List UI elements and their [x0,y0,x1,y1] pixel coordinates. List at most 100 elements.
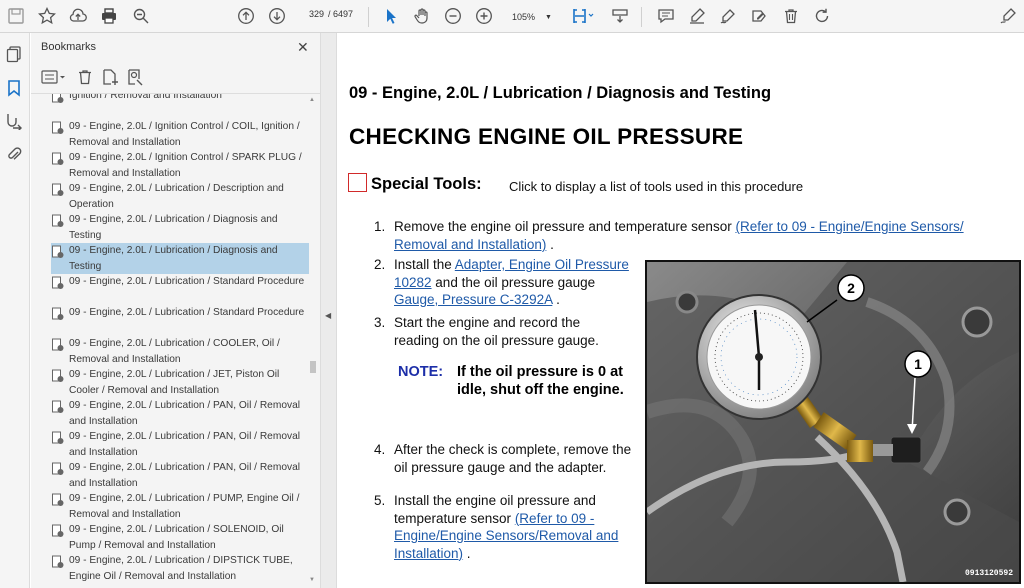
bookmark-page-icon [51,307,65,321]
bookmark-page-icon [51,121,65,135]
close-icon[interactable]: ✕ [297,39,309,56]
bookmark-page-icon [51,524,65,538]
pages-icon[interactable] [5,45,25,65]
main-toolbar: 329 / 6497 105% ▼ [0,0,1024,33]
upload-icon[interactable] [68,6,88,26]
next-page-icon[interactable] [267,6,287,26]
bookmark-star-icon[interactable] [37,6,57,26]
bookmark-page-icon [51,400,65,414]
bookmark-item[interactable]: 09 - Engine, 2.0L / Lubrication / PAN, O… [51,398,309,429]
delete-icon[interactable] [781,6,801,26]
bookmark-item[interactable]: 09 - Engine, 2.0L / Lubrication / PAN, O… [51,460,309,491]
image-id: 0913120592 [964,569,1013,578]
bookmark-label: 09 - Engine, 2.0L / Lubrication / Descri… [69,183,284,210]
special-tools-checkbox[interactable] [348,173,367,192]
print-icon[interactable] [99,6,119,26]
chevron-down-icon: ▼ [545,13,552,21]
bookmark-item[interactable]: 09 - Engine, 2.0L / Ignition Control / S… [51,150,309,181]
comment-icon[interactable] [656,6,676,26]
zoom-select[interactable]: 105% ▼ [506,8,554,26]
scroll-thumb[interactable] [310,361,316,373]
bookmark-list: Ignition / Removal and Installation 09 -… [31,93,320,588]
scroll-down-icon[interactable]: ▼ [309,577,315,583]
bookmark-label: 09 - Engine, 2.0L / Lubrication / JET, P… [69,369,280,396]
bookmark-item[interactable]: 09 - Engine, 2.0L / Lubrication / Diagno… [51,212,309,243]
bookmark-page-icon [51,338,65,352]
document-page: 09 - Engine, 2.0L / Lubrication / Diagno… [338,33,1024,588]
section-heading: 09 - Engine, 2.0L / Lubrication / Diagno… [349,84,772,102]
prev-page-icon[interactable] [236,6,256,26]
callout-2: 2 [847,280,855,296]
signatures-icon[interactable] [5,112,25,132]
select-cursor-icon[interactable] [381,6,401,26]
bookmark-label: 09 - Engine, 2.0L / Lubrication / PAN, O… [69,431,301,458]
save-icon[interactable] [6,6,26,26]
share-icon[interactable] [998,6,1018,26]
scroll-up-icon[interactable]: ▲ [309,97,315,103]
bookmark-item[interactable]: Ignition / Removal and Installation [51,93,309,104]
zoom-out-icon[interactable] [443,6,463,26]
attachments-icon[interactable] [5,145,25,165]
left-rail [0,33,30,588]
bookmark-page-icon [51,183,65,197]
step-number: 3. [374,315,386,330]
zoom-search-icon[interactable] [131,6,151,26]
bookmark-label: 09 - Engine, 2.0L / Lubrication / Diagno… [69,214,278,241]
panel-title: Bookmarks [41,41,97,53]
bookmark-item[interactable]: 09 - Engine, 2.0L / Lubrication / PAN, O… [51,429,309,460]
bookmark-page-icon [51,431,65,445]
note-text: If the oil pressure is 0 at idle, shut o… [457,364,624,398]
panel-collapse-strip[interactable]: ◀ [320,33,337,588]
bookmark-label: Ignition / Removal and Installation [69,93,222,101]
bookmark-scrollbar[interactable]: ▲ ▼ [308,93,318,588]
step-text: After the check is complete, remove the … [394,442,632,475]
bookmark-page-icon [51,94,65,104]
bookmark-item[interactable]: 09 - Engine, 2.0L / Lubrication / COOLER… [51,336,309,367]
bookmark-page-icon [51,152,65,166]
bookmark-label: 09 - Engine, 2.0L / Lubrication / PAN, O… [69,462,301,489]
bookmark-label: 09 - Engine, 2.0L / Lubrication / DIPSTI… [69,555,293,582]
step-text: Install the engine oil pressure and temp… [394,492,640,562]
highlight-icon[interactable] [687,6,707,26]
bookmark-label: 09 - Engine, 2.0L / Lubrication / SOLENO… [69,524,284,551]
bookmark-label: 09 - Engine, 2.0L / Lubrication / Standa… [69,307,305,318]
callout-1: 1 [914,356,922,372]
special-tools-label: Special Tools: [371,175,482,193]
bookmark-label: 09 - Engine, 2.0L / Lubrication / COOLER… [69,338,280,365]
step-number: 4. [374,442,386,457]
step-number: 5. [374,493,386,508]
bookmark-item[interactable]: 09 - Engine, 2.0L / Lubrication / Standa… [51,305,309,321]
delete-bookmark-icon[interactable] [76,68,96,88]
bookmark-item[interactable]: 09 - Engine, 2.0L / Ignition Control / C… [51,119,309,150]
step-text: Remove the engine oil pressure and tempe… [394,218,1014,253]
bookmark-item[interactable]: 09 - Engine, 2.0L / Lubrication / Descri… [51,181,309,212]
bookmark-label: 09 - Engine, 2.0L / Lubrication / PUMP, … [69,493,300,520]
bookmark-label: 09 - Engine, 2.0L / Lubrication / Standa… [69,276,305,287]
bookmark-item[interactable]: 09 - Engine, 2.0L / Lubrication / PUMP, … [51,491,309,522]
scroll-mode-icon[interactable] [610,6,630,26]
sign-icon[interactable] [749,6,769,26]
new-bookmark-icon[interactable] [101,68,121,88]
bookmark-item[interactable]: 09 - Engine, 2.0L / Lubrication / SOLENO… [51,522,309,553]
bookmark-options-icon[interactable] [41,68,69,88]
step-number: 1. [374,219,386,234]
gauge-link[interactable]: Gauge, Pressure C-3292A [394,292,552,307]
rotate-icon[interactable] [812,6,832,26]
bookmark-item[interactable]: 09 - Engine, 2.0L / Lubrication / DIPSTI… [51,553,309,584]
draw-icon[interactable] [718,6,738,26]
bookmark-item[interactable]: 09 - Engine, 2.0L / Lubrication / Standa… [51,274,309,290]
fit-width-icon[interactable] [570,6,596,26]
page-number-input[interactable]: 329 [298,9,324,25]
special-tools-link[interactable]: Click to display a list of tools used in… [509,179,803,194]
find-bookmark-icon[interactable] [126,68,146,88]
hand-icon[interactable] [412,6,432,26]
engine-illustration: 2 1 [647,262,1019,582]
step-text-segment: Install the [394,257,455,272]
bookmark-item-selected[interactable]: 09 - Engine, 2.0L / Lubrication / Diagno… [51,243,309,274]
collapse-arrow-icon[interactable]: ◀ [325,311,331,320]
note-label: NOTE: [398,364,444,380]
bookmark-item[interactable]: 09 - Engine, 2.0L / Lubrication / JET, P… [51,367,309,398]
bookmarks-icon[interactable] [5,79,25,99]
step-text-segment: Remove the engine oil pressure and tempe… [394,219,736,234]
zoom-in-icon[interactable] [474,6,494,26]
